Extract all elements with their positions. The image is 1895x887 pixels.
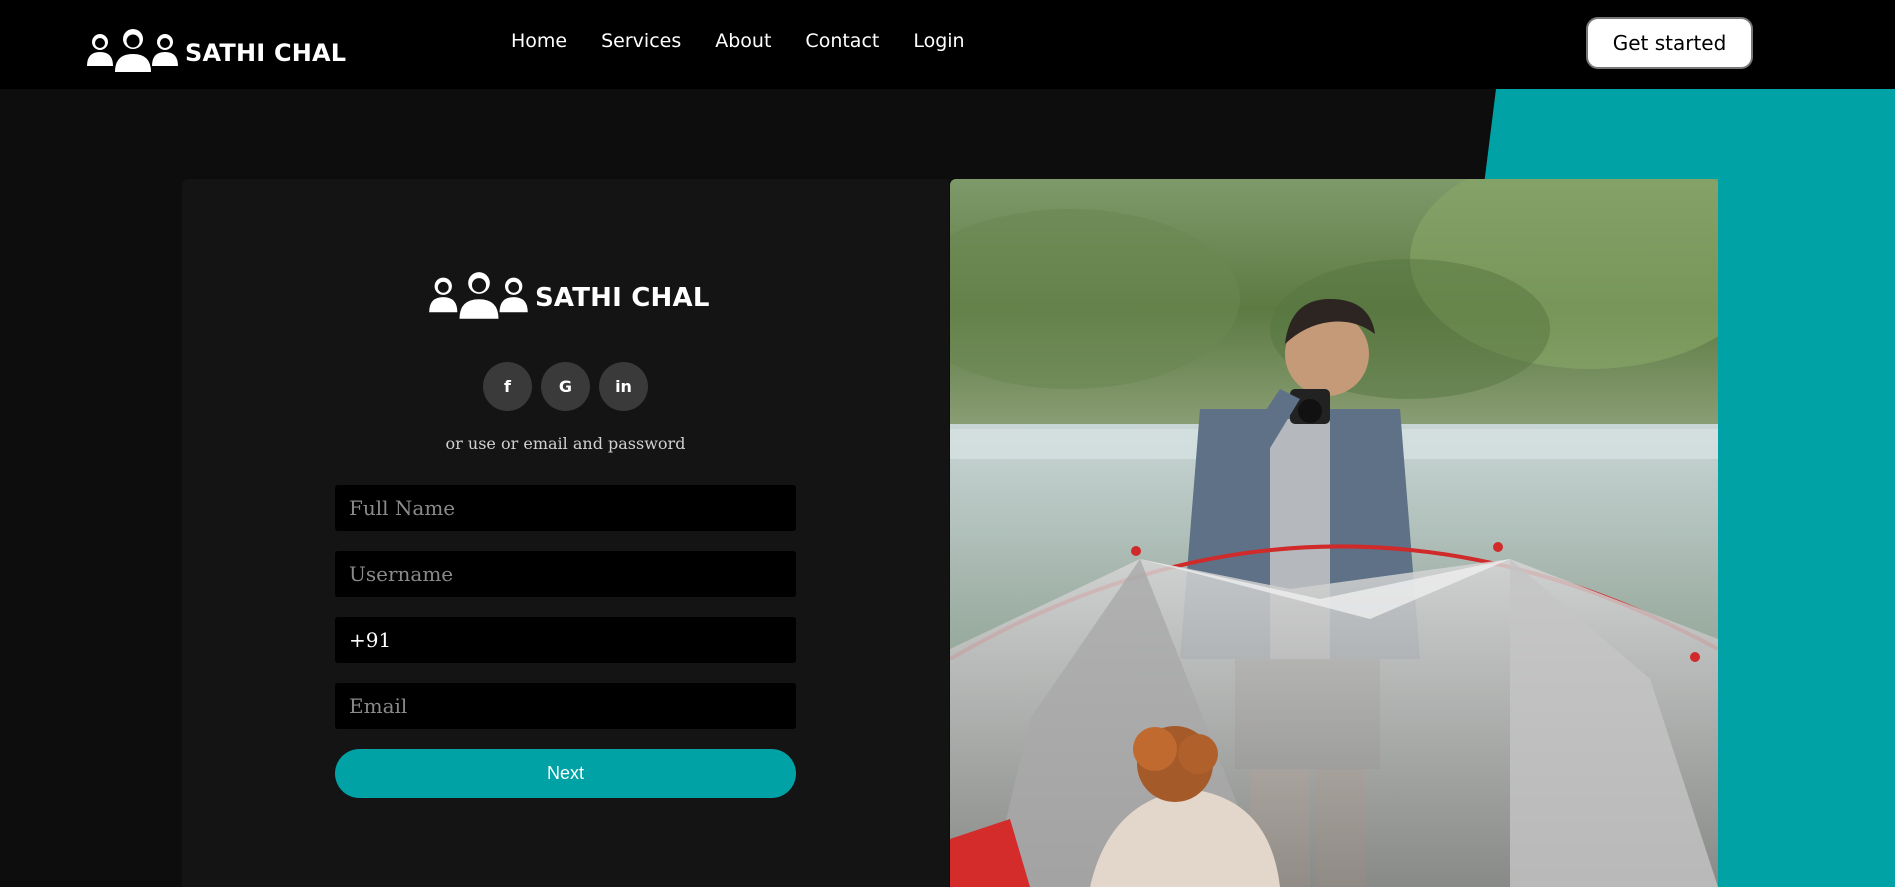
brand-logo[interactable]: SATHI CHAL [85, 28, 346, 74]
social-login-group: f G in [483, 362, 648, 411]
nav-about[interactable]: About [715, 30, 771, 52]
google-icon[interactable]: G [541, 362, 590, 411]
brand-name: SATHI CHAL [185, 39, 347, 67]
alt-signup-text: or use or email and password [445, 434, 686, 453]
get-started-button[interactable]: Get started [1586, 17, 1753, 69]
signup-panel: SATHI CHAL f G in or use or email and pa… [182, 179, 949, 887]
nav-login[interactable]: Login [913, 30, 964, 52]
form-brand-logo: SATHI CHAL [427, 271, 710, 321]
people-logo-icon [429, 272, 528, 319]
facebook-icon[interactable]: f [483, 362, 532, 411]
full-name-input[interactable] [335, 485, 796, 531]
username-input[interactable] [335, 551, 796, 597]
hero-photo [950, 179, 1718, 887]
form-brand-name: SATHI CHAL [535, 283, 710, 313]
linkedin-icon[interactable]: in [599, 362, 648, 411]
camping-photographer-image [950, 179, 1718, 887]
people-logo-icon [87, 29, 178, 72]
main-nav: Home Services About Contact Login [511, 30, 965, 52]
nav-contact[interactable]: Contact [805, 30, 879, 52]
next-button[interactable]: Next [335, 749, 796, 798]
nav-services[interactable]: Services [601, 30, 681, 52]
navbar: SATHI CHAL Home Services About Contact L… [0, 0, 1895, 89]
phone-input[interactable] [335, 617, 796, 663]
email-input[interactable] [335, 683, 796, 729]
nav-home[interactable]: Home [511, 30, 567, 52]
